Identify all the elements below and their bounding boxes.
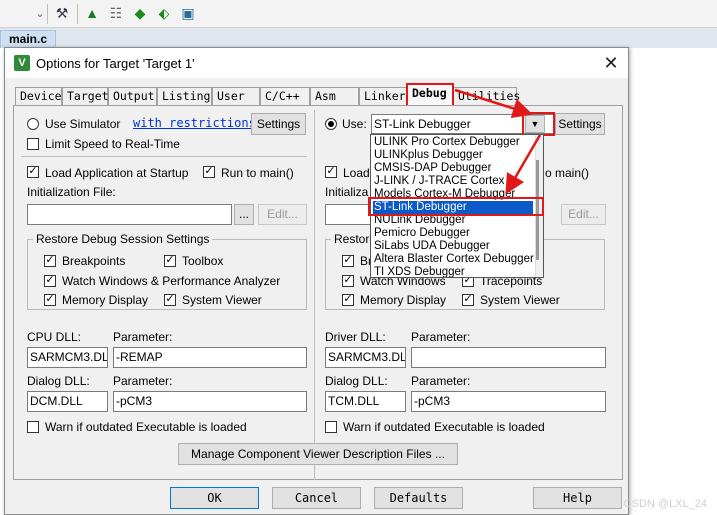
arrow-tab-to-dropdown xyxy=(454,88,533,119)
annotation-arrows xyxy=(454,88,542,195)
watermark: CSDN @LXL_24 xyxy=(623,498,707,510)
arrow-dropdown-to-option xyxy=(505,134,542,195)
